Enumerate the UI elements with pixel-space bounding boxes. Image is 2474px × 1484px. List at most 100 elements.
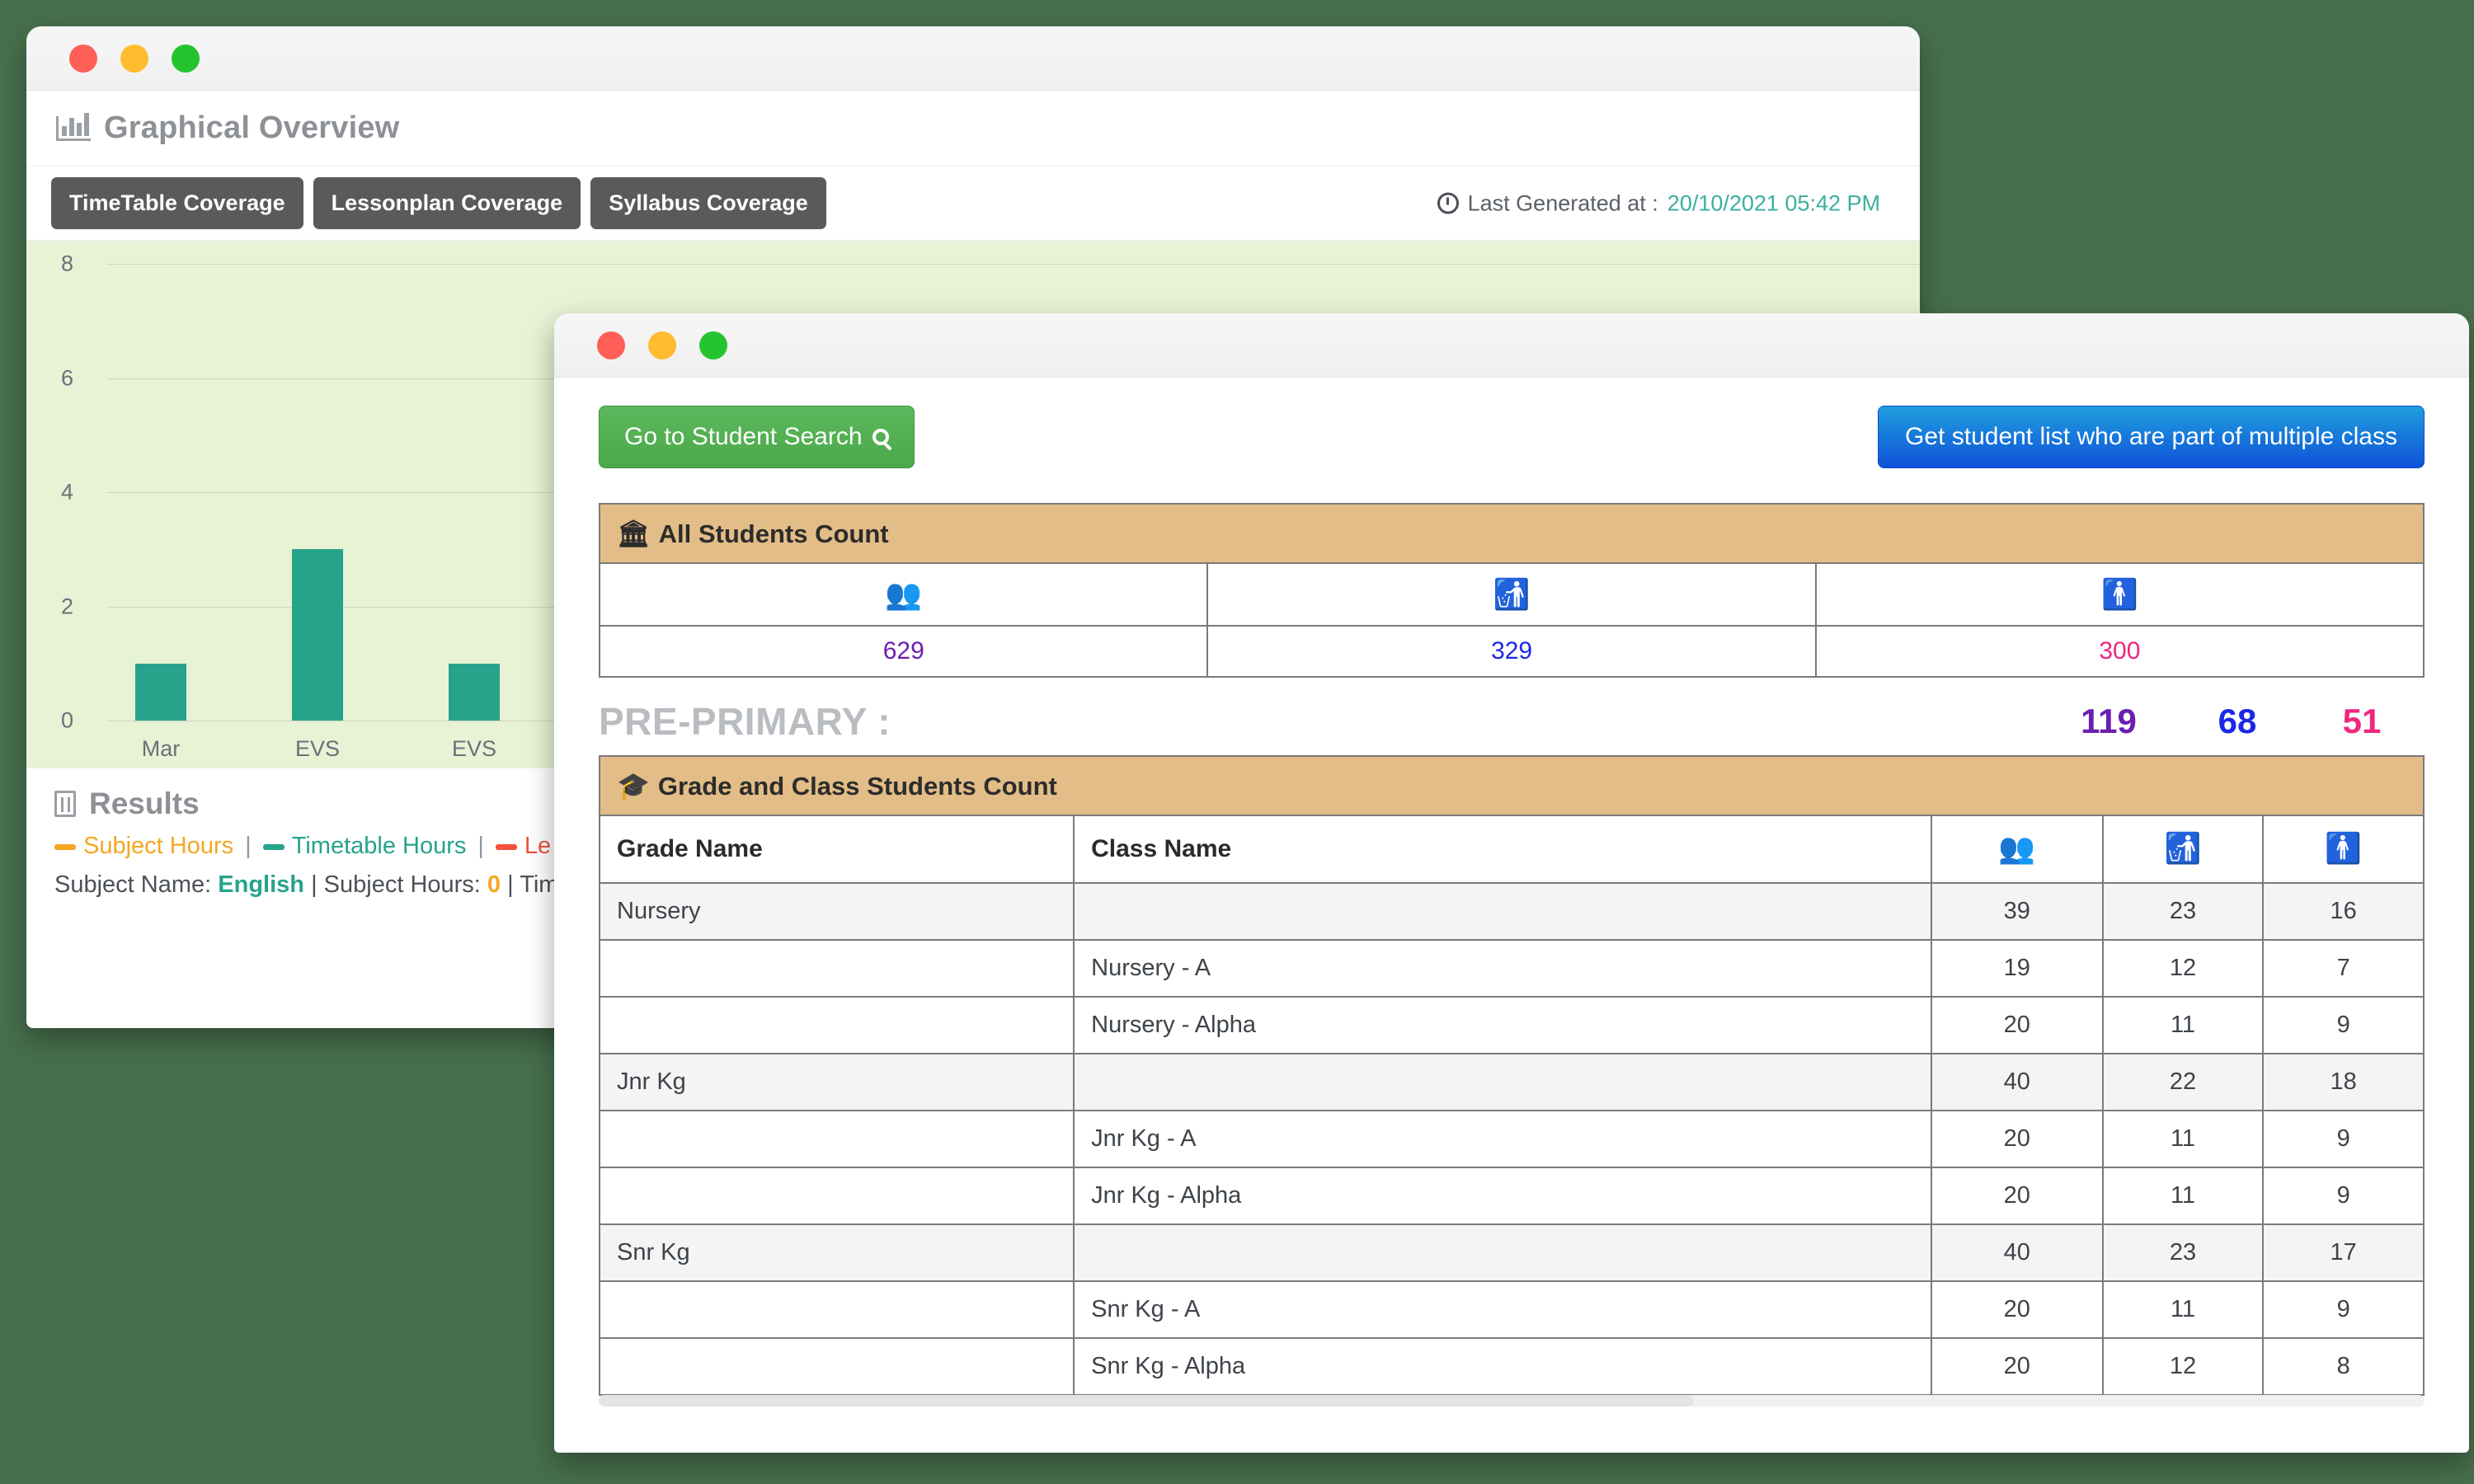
cell-male-count: 11 xyxy=(2101,1110,2265,1168)
cell-class-name xyxy=(1073,882,1932,941)
col-female-icon-cell: 🚹 xyxy=(1814,562,2425,627)
pre-primary-summary: PRE-PRIMARY : 119 68 51 xyxy=(599,699,2425,744)
legend-swatch-subject-hours xyxy=(54,843,76,850)
grade-summary-row[interactable]: Jnr Kg 40 22 18 xyxy=(598,1053,2425,1111)
class-row[interactable]: Jnr Kg - A 20 11 9 xyxy=(598,1110,2425,1168)
cell-female-count: 9 xyxy=(2262,1280,2425,1339)
go-to-student-search-button[interactable]: Go to Student Search xyxy=(599,406,915,468)
column-header-female: 🚹 xyxy=(2262,815,2425,884)
last-generated-label: Last Generated at : xyxy=(1467,190,1658,215)
all-students-icon-row: 👥 🚮 🚹 xyxy=(598,562,2425,627)
cell-grade-name xyxy=(598,996,1075,1054)
summary-prefix: Subject Name: xyxy=(54,871,212,898)
male-icon: 🚮 xyxy=(2164,831,2202,865)
cell-total-count: 40 xyxy=(1930,1053,2104,1111)
section-female-count: 51 xyxy=(2342,702,2382,740)
cell-class-name: Jnr Kg - A xyxy=(1073,1110,1932,1168)
all-students-count-header-label: All Students Count xyxy=(658,519,889,548)
chart-bar[interactable] xyxy=(449,663,500,721)
column-header-male: 🚮 xyxy=(2101,815,2265,884)
cell-total-count: 40 xyxy=(1930,1223,2104,1282)
action-button-row: Go to Student Search Get student list wh… xyxy=(599,406,2425,468)
cell-grade-name: Snr Kg xyxy=(598,1223,1075,1282)
summary-subject-hours: 0 xyxy=(487,871,501,898)
tab-syllabus-coverage[interactable]: Syllabus Coverage xyxy=(590,177,826,229)
grade-summary-row[interactable]: Snr Kg 40 23 17 xyxy=(598,1223,2425,1282)
search-icon xyxy=(872,429,889,445)
horizontal-scrollbar[interactable] xyxy=(599,1395,2425,1407)
class-row[interactable]: Snr Kg - A 20 11 9 xyxy=(598,1280,2425,1339)
close-icon[interactable] xyxy=(597,331,625,359)
document-icon xyxy=(54,791,76,817)
y-axis-tick: 8 xyxy=(61,251,74,276)
cell-class-name xyxy=(1073,1053,1932,1111)
grade-table-header-label: Grade and Class Students Count xyxy=(657,772,1057,801)
minimize-icon[interactable] xyxy=(120,44,148,73)
column-header-class-name: Class Name xyxy=(1073,815,1932,884)
cell-grade-name xyxy=(598,1167,1075,1225)
window-titlebar xyxy=(554,313,2469,378)
last-generated: Last Generated at : 20/10/2021 05:42 PM xyxy=(1437,190,1880,216)
cell-total-count: 39 xyxy=(1930,882,2104,941)
cell-female-count: 18 xyxy=(2262,1053,2425,1111)
window-titlebar xyxy=(26,26,1920,91)
grade-table-header: 🎓 Grade and Class Students Count xyxy=(599,755,2425,816)
graduation-cap-icon: 🎓 xyxy=(617,771,650,801)
cell-class-name: Snr Kg - Alpha xyxy=(1073,1337,1932,1396)
cell-class-name: Jnr Kg - Alpha xyxy=(1073,1167,1932,1225)
all-students-male: 329 xyxy=(1206,625,1817,678)
cell-grade-name xyxy=(598,1337,1075,1396)
all-students-value-row: 629 329 300 xyxy=(598,625,2425,678)
tab-lessonplan-coverage[interactable]: Lessonplan Coverage xyxy=(313,177,581,229)
maximize-icon[interactable] xyxy=(699,331,727,359)
cell-female-count: 8 xyxy=(2262,1337,2425,1396)
col-male-icon-cell: 🚮 xyxy=(1206,562,1817,627)
go-to-student-search-label: Go to Student Search xyxy=(624,423,863,450)
cell-male-count: 22 xyxy=(2101,1053,2265,1111)
cell-male-count: 11 xyxy=(2101,996,2265,1054)
students-body: Go to Student Search Get student list wh… xyxy=(554,378,2469,1453)
y-axis-tick: 4 xyxy=(61,479,74,505)
cell-grade-name: Nursery xyxy=(598,882,1075,941)
column-header-grade-name: Grade Name xyxy=(598,815,1075,884)
grade-summary-row[interactable]: Nursery 39 23 16 xyxy=(598,882,2425,941)
class-row[interactable]: Nursery - Alpha 20 11 9 xyxy=(598,996,2425,1054)
cell-female-count: 9 xyxy=(2262,996,2425,1054)
chart-bar[interactable] xyxy=(292,549,343,721)
x-axis-tick-label: Mar xyxy=(141,736,181,761)
grade-table-body: Nursery 39 23 16 Nursery - A 19 12 7 Nursery - A… xyxy=(598,882,2425,1396)
cell-grade-name xyxy=(598,1110,1075,1168)
section-male-count: 68 xyxy=(2218,702,2257,740)
close-icon[interactable] xyxy=(69,44,97,73)
get-multiple-class-students-button[interactable]: Get student list who are part of multipl… xyxy=(1878,406,2425,468)
minimize-icon[interactable] xyxy=(648,331,676,359)
maximize-icon[interactable] xyxy=(172,44,200,73)
cell-class-name xyxy=(1073,1223,1932,1282)
clock-icon xyxy=(1437,192,1459,214)
legend-swatch-timetable-hours xyxy=(262,843,285,850)
bank-icon: 🏛 xyxy=(617,519,651,548)
bar-chart-icon xyxy=(56,112,91,141)
cell-class-name: Nursery - Alpha xyxy=(1073,996,1932,1054)
tab-timetable-coverage[interactable]: TimeTable Coverage xyxy=(51,177,303,229)
col-total-icon-cell: 👥 xyxy=(598,562,1209,627)
cell-male-count: 12 xyxy=(2101,939,2265,998)
group-icon: 👥 xyxy=(885,577,923,611)
x-axis-tick-label: EVS xyxy=(451,736,497,761)
class-row[interactable]: Jnr Kg - Alpha 20 11 9 xyxy=(598,1167,2425,1225)
section-total-count: 119 xyxy=(2081,702,2137,740)
summary-subject-name: English xyxy=(218,871,304,898)
legend-swatch-lessonplan-hours xyxy=(495,843,517,850)
y-axis-tick: 6 xyxy=(61,365,74,390)
last-generated-value: 20/10/2021 05:42 PM xyxy=(1667,190,1880,215)
all-students-count-table: 🏛 All Students Count 👥 🚮 🚹 629 329 300 xyxy=(598,503,2425,678)
scrollbar-thumb[interactable] xyxy=(599,1395,1695,1407)
chart-bar[interactable] xyxy=(135,663,186,721)
grade-table-column-headers: Grade Name Class Name 👥 🚮 🚹 xyxy=(598,815,2425,884)
class-row[interactable]: Snr Kg - Alpha 20 12 8 xyxy=(598,1337,2425,1396)
class-row[interactable]: Nursery - A 19 12 7 xyxy=(598,939,2425,998)
all-students-total: 629 xyxy=(598,625,1209,678)
cell-male-count: 23 xyxy=(2101,882,2265,941)
female-icon: 🚹 xyxy=(2325,831,2363,865)
cell-male-count: 11 xyxy=(2101,1167,2265,1225)
